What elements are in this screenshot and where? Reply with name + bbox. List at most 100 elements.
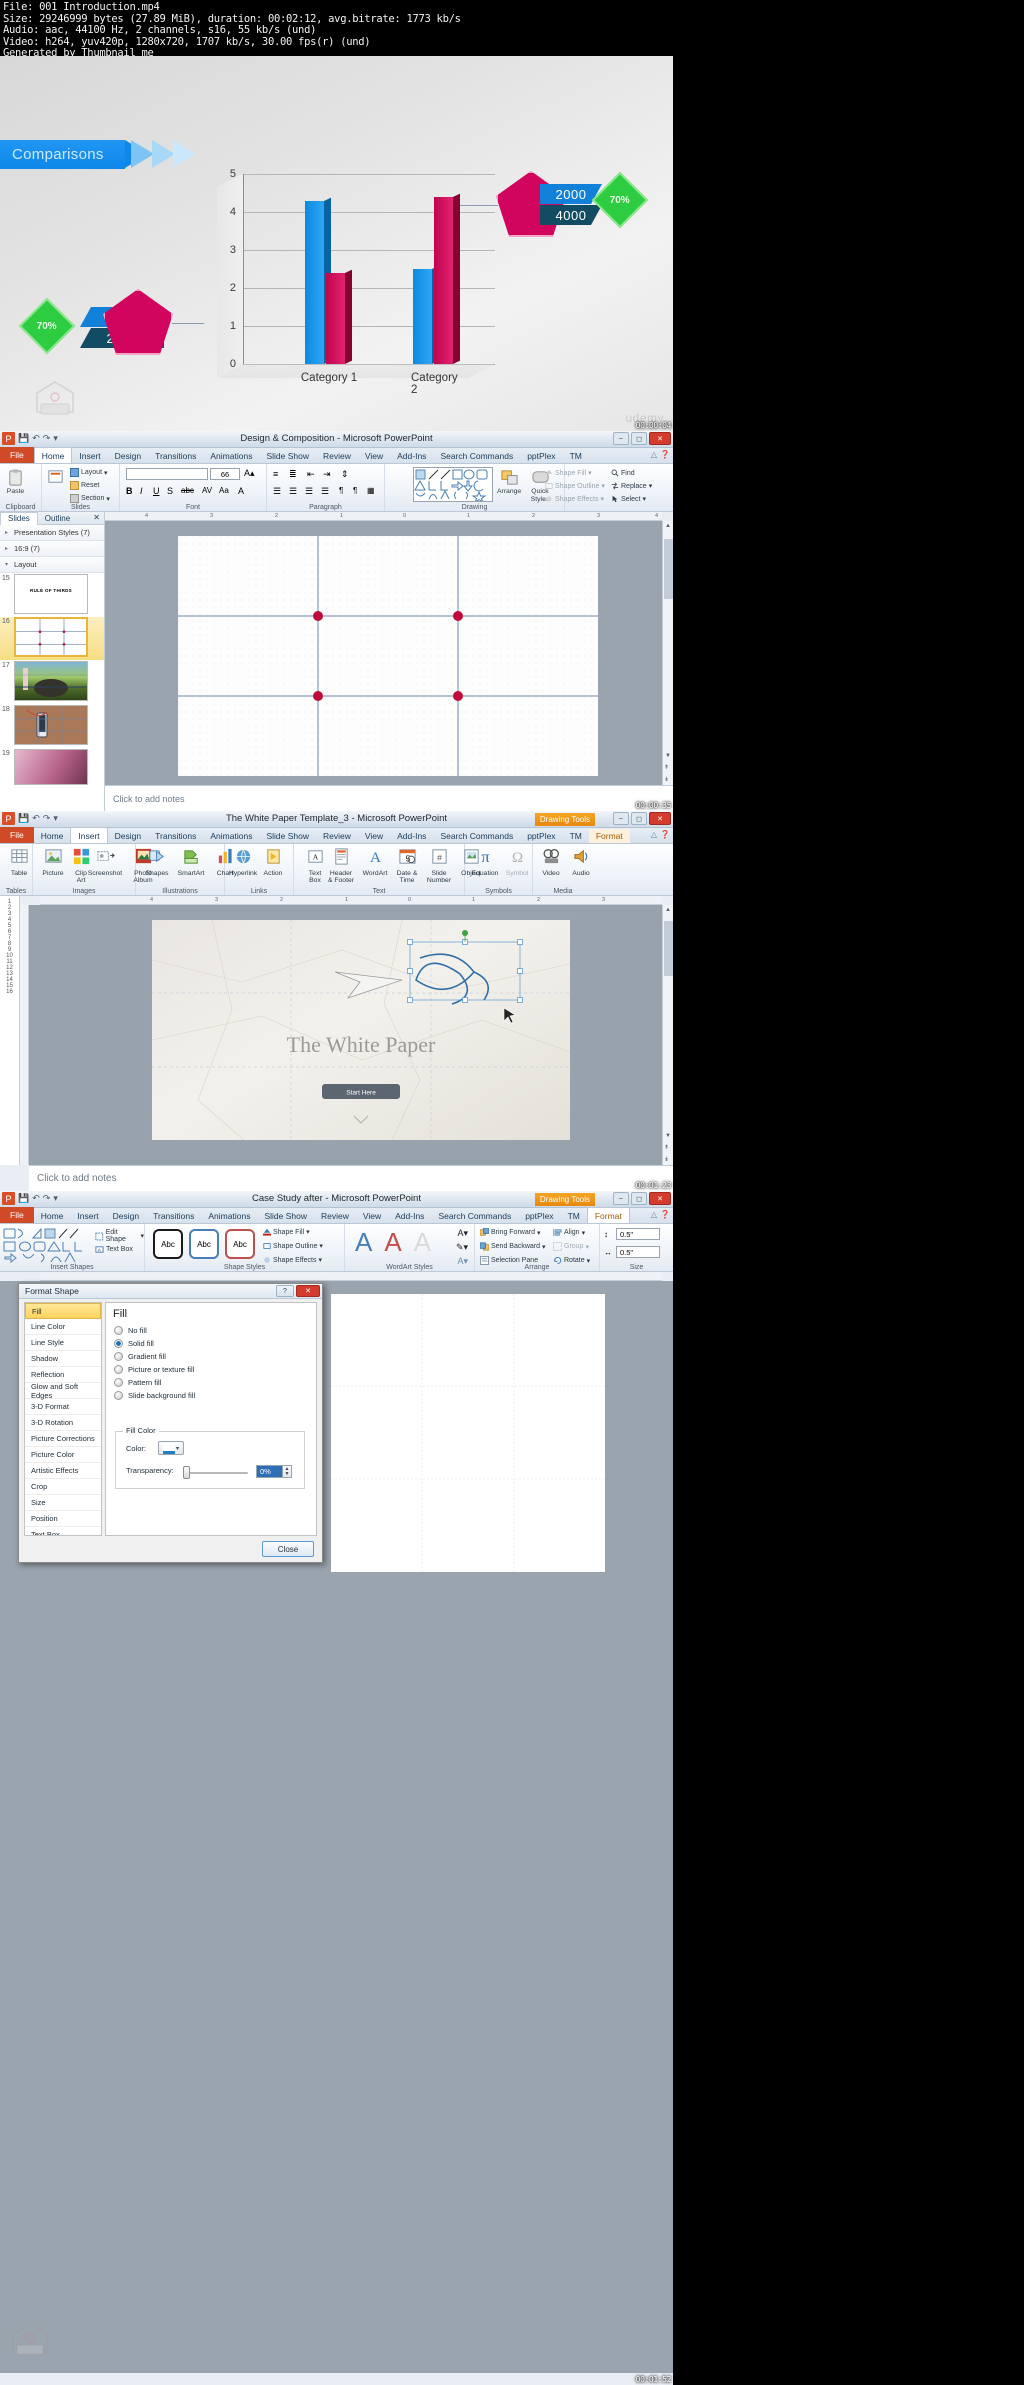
- fill-option-no-fill[interactable]: No fill: [106, 1324, 316, 1337]
- vertical-scrollbar[interactable]: ▲ ▼ ↟ ↡: [662, 521, 673, 785]
- tab-file[interactable]: File: [0, 1207, 34, 1223]
- radio-button[interactable]: [114, 1326, 123, 1335]
- tab-transitions[interactable]: Transitions: [148, 829, 203, 843]
- tab-add-ins[interactable]: Add-Ins: [388, 1209, 431, 1223]
- hyperlink-button[interactable]: Hyperlink: [228, 847, 258, 877]
- tab-search-commands[interactable]: Search Commands: [433, 449, 520, 463]
- radio-button[interactable]: [114, 1391, 123, 1400]
- window-controls[interactable]: – ◻ ✕: [613, 812, 671, 825]
- tab-home[interactable]: Home: [34, 829, 71, 843]
- slide-thumb-18[interactable]: 18: [0, 705, 104, 748]
- reset-button[interactable]: Reset: [70, 481, 99, 490]
- tab-animations[interactable]: Animations: [203, 829, 259, 843]
- restore-button[interactable]: ◻: [631, 432, 647, 445]
- align-center-icon[interactable]: ☰: [289, 486, 297, 497]
- replace-button[interactable]: Replace ▾: [611, 482, 652, 490]
- tab-home[interactable]: Home: [33, 447, 73, 463]
- slide-thumb-15[interactable]: 15 RULE OF THIRDS: [0, 574, 104, 616]
- shape-fill-button[interactable]: Shape Fill ▾: [545, 469, 592, 477]
- shape-style-sample-2[interactable]: Abc: [189, 1229, 219, 1259]
- fill-option-slide-background-fill[interactable]: Slide background fill: [106, 1389, 316, 1402]
- tab-slide-show[interactable]: Slide Show: [259, 829, 316, 843]
- slide-number-button[interactable]: # Slide Number: [424, 847, 454, 885]
- font-name-input[interactable]: [126, 468, 208, 480]
- pane-tab-outline[interactable]: Outline: [38, 514, 77, 523]
- text-box-button[interactable]: A Text Box: [95, 1245, 133, 1254]
- numbering-icon[interactable]: ≣: [289, 469, 297, 480]
- send-backward-button[interactable]: Send Backward ▾: [480, 1242, 546, 1251]
- align-right-icon[interactable]: ☰: [305, 486, 313, 497]
- underline-button[interactable]: U: [153, 486, 160, 496]
- window-controls[interactable]: – ◻ ✕: [613, 432, 671, 445]
- pane-tabs[interactable]: Slides Outline ✕: [0, 511, 104, 525]
- tab-view[interactable]: View: [358, 829, 390, 843]
- pane-group-presentation-styles[interactable]: ▸ Presentation Styles (7): [0, 525, 104, 541]
- tab-home[interactable]: Home: [34, 1209, 71, 1223]
- shape-style-sample-1[interactable]: Abc: [153, 1229, 183, 1259]
- action-button[interactable]: Action: [258, 847, 288, 877]
- tab-animations[interactable]: Animations: [201, 1209, 257, 1223]
- slide-canvas[interactable]: The White Paper Start Here: [151, 919, 571, 1141]
- dialog-category-list[interactable]: Fill Line Color Line Style Shadow Reflection…: [24, 1302, 102, 1536]
- fill-option-gradient-fill[interactable]: Gradient fill: [106, 1350, 316, 1363]
- tab-review[interactable]: Review: [316, 829, 358, 843]
- align-text-icon[interactable]: ¶: [353, 486, 357, 495]
- stepper-arrows-icon[interactable]: ▲ ▼: [282, 1466, 291, 1477]
- tab-transitions[interactable]: Transitions: [146, 1209, 201, 1223]
- close-button[interactable]: Close: [262, 1541, 314, 1557]
- bring-forward-button[interactable]: Bring Forward ▾: [480, 1228, 540, 1237]
- radio-button[interactable]: [114, 1352, 123, 1361]
- transparency-value[interactable]: 0%: [257, 1466, 282, 1477]
- picture-button[interactable]: Picture: [38, 847, 68, 877]
- next-slide-icon[interactable]: ↡: [664, 776, 669, 783]
- symbol-button[interactable]: Ω Symbol: [502, 847, 532, 877]
- scroll-down-icon[interactable]: ▼: [665, 1133, 671, 1139]
- tab-pptplex[interactable]: pptPlex: [518, 1209, 560, 1223]
- tab-view[interactable]: View: [356, 1209, 388, 1223]
- dialog-category-position[interactable]: Position: [25, 1511, 101, 1527]
- tab-design[interactable]: Design: [106, 1209, 146, 1223]
- fill-option-picture-or-texture-fill[interactable]: Picture or texture fill: [106, 1363, 316, 1376]
- change-case-icon[interactable]: Aa: [219, 486, 229, 495]
- tab-transitions[interactable]: Transitions: [148, 449, 203, 463]
- strikethrough-button[interactable]: abc: [181, 486, 194, 495]
- minimize-button[interactable]: –: [613, 812, 629, 825]
- ribbon-tabs[interactable]: File Home Insert Design Transitions Anim…: [0, 447, 673, 464]
- close-pane-icon[interactable]: ✕: [93, 513, 100, 522]
- dialog-category-text-box[interactable]: Text Box: [25, 1527, 101, 1535]
- transparency-slider-knob[interactable]: [183, 1466, 190, 1479]
- tab-add-ins[interactable]: Add-Ins: [390, 829, 433, 843]
- character-spacing-icon[interactable]: AV: [202, 486, 212, 495]
- radio-button[interactable]: [114, 1339, 123, 1348]
- tab-animations[interactable]: Animations: [203, 449, 259, 463]
- window-controls[interactable]: – ◻ ✕: [613, 1192, 671, 1205]
- font-color-icon[interactable]: A: [238, 486, 244, 496]
- slide-thumb-17[interactable]: 17: [0, 661, 104, 704]
- notes-placeholder[interactable]: Click to add notes: [29, 1165, 673, 1191]
- pane-tab-slides[interactable]: Slides: [0, 511, 38, 525]
- pane-group-layout[interactable]: ▾ Layout: [0, 557, 104, 573]
- find-button[interactable]: Find: [611, 469, 635, 477]
- header-footer-button[interactable]: Header & Footer: [326, 847, 356, 885]
- shape-fill-button[interactable]: Shape Fill ▾: [263, 1228, 310, 1236]
- tab-slide-show[interactable]: Slide Show: [259, 449, 316, 463]
- minimize-ribbon-icon[interactable]: △: [651, 1210, 657, 1219]
- shape-height-input[interactable]: 0.5": [616, 1228, 660, 1240]
- help-icon[interactable]: ❓: [660, 1210, 670, 1219]
- fill-option-group[interactable]: No fill Solid fill Gradient fill Picture or…: [106, 1324, 316, 1402]
- tab-file[interactable]: File: [0, 447, 34, 463]
- align-left-icon[interactable]: ☰: [273, 486, 281, 497]
- decrease-indent-icon[interactable]: ⇤: [307, 469, 315, 480]
- previous-slide-icon[interactable]: ↟: [664, 764, 669, 771]
- text-shadow-button[interactable]: S: [167, 486, 173, 496]
- close-button[interactable]: ✕: [649, 812, 671, 825]
- pane-group-16-9[interactable]: ▸ 16:9 (7): [0, 541, 104, 557]
- shape-style-sample-3[interactable]: Abc: [225, 1229, 255, 1259]
- smartart-button[interactable]: SmartArt: [176, 847, 206, 877]
- shape-outline-button[interactable]: Shape Outline ▾: [545, 482, 605, 490]
- scrollbar-thumb[interactable]: [664, 921, 673, 976]
- fill-option-solid-fill[interactable]: Solid fill: [106, 1337, 316, 1350]
- tab-search-commands[interactable]: Search Commands: [431, 1209, 518, 1223]
- transparency-stepper[interactable]: 0% ▲ ▼: [256, 1465, 292, 1478]
- dialog-category-glow-and-soft-edges[interactable]: Glow and Soft Edges: [25, 1382, 101, 1400]
